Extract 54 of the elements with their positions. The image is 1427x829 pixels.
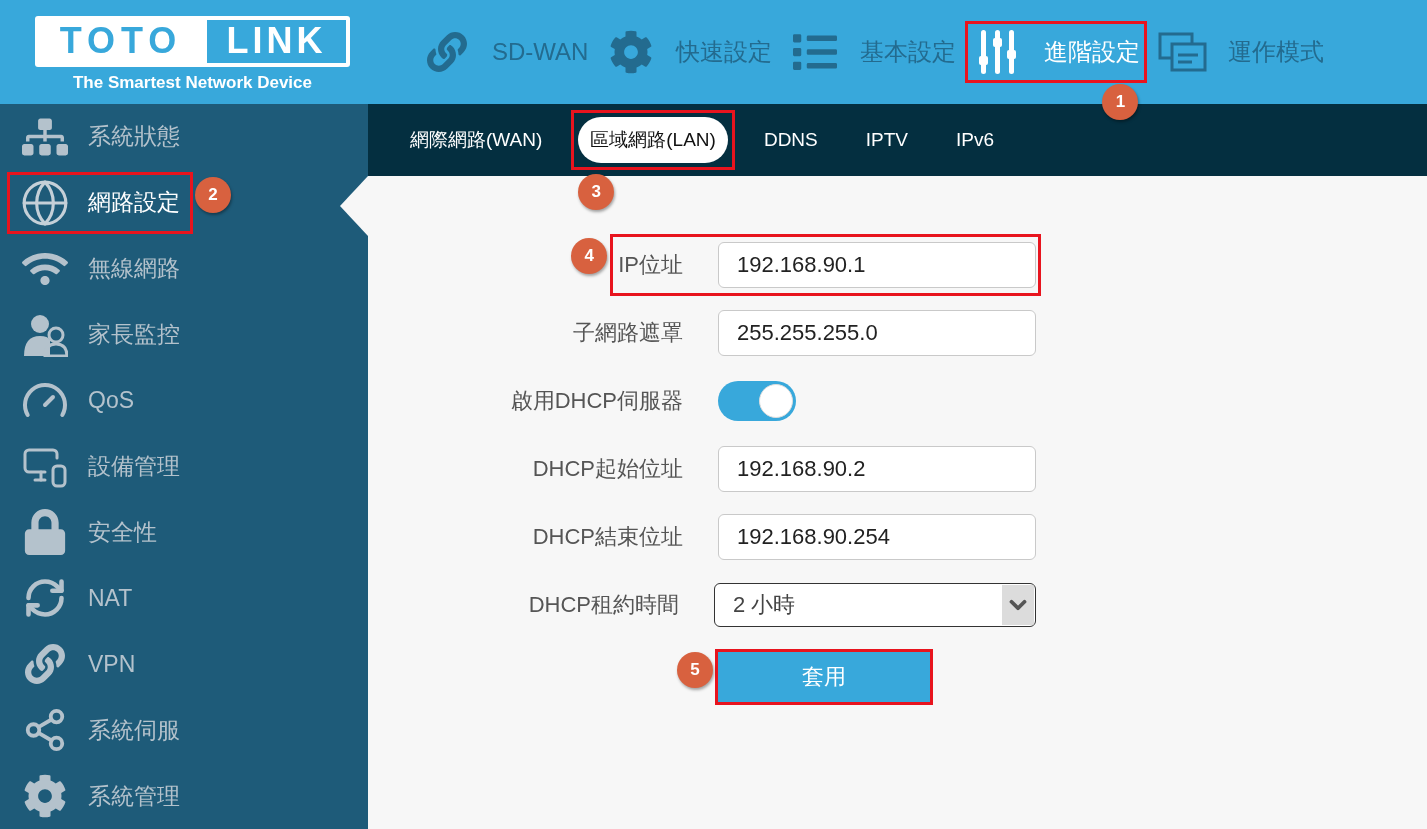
field-label: 啟用DHCP伺服器 bbox=[510, 387, 683, 415]
sidebar-item[interactable]: 系統管理 bbox=[10, 768, 190, 824]
nav-label: 快速設定 bbox=[676, 37, 773, 67]
tab[interactable]: IPTV bbox=[853, 117, 920, 163]
callout-badge: 3 bbox=[578, 174, 615, 210]
nav-label: 進階設定 bbox=[1044, 37, 1141, 67]
nav-item[interactable]: 快速設定 bbox=[606, 26, 773, 78]
tab[interactable]: 區域網路(LAN) bbox=[578, 117, 728, 163]
sidebar-item[interactable]: 系統狀態 bbox=[10, 108, 190, 165]
nav-item[interactable]: 進階設定 bbox=[974, 24, 1141, 80]
nav-item[interactable]: 運作模式 bbox=[1158, 27, 1325, 77]
callout-badge: 1 bbox=[1102, 84, 1139, 120]
sidebar-item[interactable]: 安全性 bbox=[10, 504, 167, 561]
nav-label: SD-WAN bbox=[492, 38, 589, 66]
callout-badge: 4 bbox=[571, 238, 608, 274]
sidebar-item[interactable]: 無線網路 bbox=[10, 240, 190, 297]
select-field[interactable]: 2 小時 bbox=[714, 583, 1036, 627]
sidebar-item[interactable]: NAT bbox=[10, 570, 143, 627]
lock-icon bbox=[22, 509, 68, 556]
text-field[interactable]: 192.168.90.254 bbox=[718, 514, 1036, 560]
sidebar-item[interactable]: 家長監控 bbox=[10, 306, 190, 363]
field-label: DHCP結束位址 bbox=[532, 523, 683, 551]
gear-icon bbox=[609, 30, 654, 74]
text-field[interactable]: 192.168.90.2 bbox=[718, 446, 1036, 492]
field-label: DHCP租約時間 bbox=[528, 591, 679, 619]
tab[interactable]: DDNS bbox=[751, 117, 830, 163]
tab[interactable]: IPv6 bbox=[944, 117, 1006, 163]
text-field[interactable]: 255.255.255.0 bbox=[718, 310, 1036, 356]
field-label: IP位址 bbox=[618, 251, 683, 279]
nav-label: 運作模式 bbox=[1228, 37, 1325, 67]
callout-badge: 2 bbox=[195, 176, 231, 213]
nav-item[interactable]: 基本設定 bbox=[790, 26, 957, 78]
field-label: DHCP起始位址 bbox=[532, 455, 683, 483]
gear-icon bbox=[23, 774, 67, 818]
logo-tagline: The Smartest Network Device bbox=[72, 72, 312, 93]
sidebar-item[interactable]: 網路設定 bbox=[10, 174, 190, 231]
field-label: 子網路遮罩 bbox=[573, 319, 683, 347]
windows-icon bbox=[1158, 31, 1209, 73]
sidebar-item[interactable]: QoS bbox=[10, 372, 145, 429]
sidebar-item[interactable]: 系統伺服 bbox=[10, 702, 190, 759]
sidebar-item[interactable]: VPN bbox=[10, 636, 146, 693]
nav-item[interactable]: SD-WAN bbox=[422, 28, 589, 76]
link-icon bbox=[427, 32, 467, 72]
toggle-switch[interactable] bbox=[718, 381, 796, 421]
logo-text: TOTO bbox=[58, 20, 184, 62]
apply-button[interactable]: 套用 bbox=[718, 652, 930, 702]
nav-label: 基本設定 bbox=[860, 37, 957, 67]
text-field[interactable]: 192.168.90.1 bbox=[718, 242, 1036, 288]
callout-badge: 5 bbox=[677, 652, 713, 688]
tab[interactable]: 網際網路(WAN) bbox=[398, 117, 555, 163]
logo-text: LINK bbox=[207, 19, 346, 63]
users-icon bbox=[22, 312, 68, 357]
sidebar-item[interactable]: 設備管理 bbox=[10, 438, 190, 495]
link-icon bbox=[25, 644, 65, 685]
